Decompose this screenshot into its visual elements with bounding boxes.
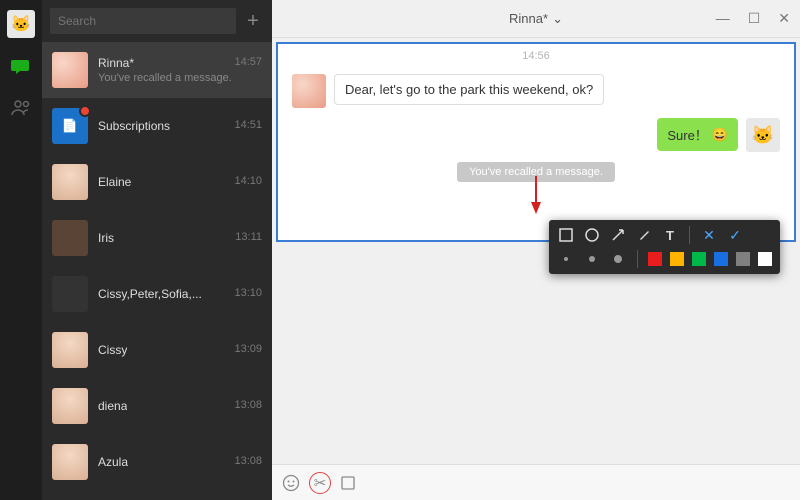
avatar bbox=[52, 164, 88, 200]
current-user-avatar[interactable]: 🐱 bbox=[7, 10, 35, 38]
maximize-button[interactable]: ☐ bbox=[744, 10, 765, 27]
chat-time: 13:08 bbox=[234, 399, 262, 413]
incoming-message: Dear, let's go to the park this weekend,… bbox=[278, 68, 794, 114]
chat-time: 13:10 bbox=[234, 287, 262, 301]
chat-name: Elaine bbox=[98, 175, 131, 189]
file-icon[interactable] bbox=[340, 475, 356, 491]
message-bubble: Dear, let's go to the park this weekend,… bbox=[334, 74, 604, 105]
cancel-button[interactable]: ✕ bbox=[700, 226, 718, 244]
screenshot-icon[interactable]: ✂ bbox=[309, 472, 331, 494]
chat-item-cissy[interactable]: Cissy 13:09 bbox=[42, 322, 272, 378]
chat-preview: You've recalled a message. bbox=[98, 72, 262, 84]
screenshot-toolbar: T ✕ ✓ bbox=[549, 220, 780, 274]
sender-avatar[interactable] bbox=[292, 74, 326, 108]
color-blue[interactable] bbox=[714, 252, 728, 266]
sidebar: + Rinna* 14:57 You've recalled a message.… bbox=[42, 0, 272, 500]
chat-name: Cissy,Peter,Sofia,... bbox=[98, 287, 202, 301]
chat-name: Azula bbox=[98, 455, 128, 469]
chat-item-group[interactable]: Cissy,Peter,Sofia,... 13:10 bbox=[42, 266, 272, 322]
chat-name: Rinna* bbox=[98, 56, 134, 70]
left-rail: 🐱 bbox=[0, 0, 42, 500]
search-input[interactable] bbox=[50, 8, 236, 34]
chat-time: 13:11 bbox=[235, 231, 262, 245]
color-gray[interactable] bbox=[736, 252, 750, 266]
contacts-tab-icon[interactable] bbox=[10, 96, 32, 118]
size-large-icon[interactable] bbox=[609, 250, 627, 268]
avatar bbox=[52, 220, 88, 256]
message-timestamp: 14:56 bbox=[278, 44, 794, 68]
chat-item-elaine[interactable]: Elaine 14:10 bbox=[42, 154, 272, 210]
chat-item-subscriptions[interactable]: 📄 Subscriptions 14:51 bbox=[42, 98, 272, 154]
separator bbox=[689, 226, 690, 244]
chat-name: Iris bbox=[98, 231, 114, 245]
chat-title: Rinna* bbox=[509, 11, 548, 26]
chat-time: 13:09 bbox=[234, 343, 262, 357]
avatar bbox=[52, 52, 88, 88]
chevron-down-icon[interactable]: ⌄ bbox=[552, 11, 563, 27]
separator bbox=[637, 250, 638, 268]
confirm-button[interactable]: ✓ bbox=[726, 226, 744, 244]
avatar bbox=[52, 388, 88, 424]
color-white[interactable] bbox=[758, 252, 772, 266]
chat-item-diena[interactable]: diena 13:08 bbox=[42, 378, 272, 434]
color-orange[interactable] bbox=[670, 252, 684, 266]
chat-name: Subscriptions bbox=[98, 119, 170, 133]
avatar bbox=[52, 276, 88, 312]
chat-name: diena bbox=[98, 399, 127, 413]
text-tool-icon[interactable]: T bbox=[661, 226, 679, 244]
brush-tool-icon[interactable] bbox=[635, 226, 653, 244]
circle-tool-icon[interactable] bbox=[583, 226, 601, 244]
my-avatar[interactable]: 🐱 bbox=[746, 118, 780, 152]
main-panel: Rinna* ⌄ — ☐ ✕ 14:56 Dear, let's go to t… bbox=[272, 0, 800, 500]
chat-name: Cissy bbox=[98, 343, 127, 357]
unread-badge bbox=[79, 105, 91, 117]
grin-emoji-icon: 😄 bbox=[712, 127, 728, 143]
avatar bbox=[52, 332, 88, 368]
search-row: + bbox=[42, 0, 272, 42]
annotation-arrow-icon bbox=[529, 174, 543, 214]
chat-time: 13:08 bbox=[234, 455, 262, 469]
rect-tool-icon[interactable] bbox=[557, 226, 575, 244]
new-chat-button[interactable]: + bbox=[242, 10, 264, 32]
chat-time: 14:10 bbox=[234, 175, 262, 189]
chat-time: 14:51 bbox=[234, 119, 262, 133]
emoji-icon[interactable] bbox=[282, 474, 300, 492]
chat-item-rinna[interactable]: Rinna* 14:57 You've recalled a message. bbox=[42, 42, 272, 98]
message-bubble: Sure！ 😄 bbox=[657, 118, 738, 151]
arrow-tool-icon[interactable] bbox=[609, 226, 627, 244]
chats-tab-icon[interactable] bbox=[10, 56, 32, 78]
chat-item-iris[interactable]: Iris 13:11 bbox=[42, 210, 272, 266]
size-medium-icon[interactable] bbox=[583, 250, 601, 268]
screenshot-selection: 14:56 Dear, let's go to the park this we… bbox=[276, 42, 796, 242]
chat-time: 14:57 bbox=[234, 56, 262, 70]
message-text: Sure！ bbox=[667, 125, 707, 144]
titlebar: Rinna* ⌄ — ☐ ✕ bbox=[272, 0, 800, 38]
color-red[interactable] bbox=[648, 252, 662, 266]
input-toolbar: ✂ bbox=[272, 464, 800, 500]
color-green[interactable] bbox=[692, 252, 706, 266]
chat-list: Rinna* 14:57 You've recalled a message. 📄… bbox=[42, 42, 272, 500]
avatar bbox=[52, 444, 88, 480]
avatar: 📄 bbox=[52, 108, 88, 144]
minimize-button[interactable]: — bbox=[712, 10, 734, 27]
close-button[interactable]: ✕ bbox=[774, 10, 794, 27]
chat-item-azula[interactable]: Azula 13:08 bbox=[42, 434, 272, 490]
size-small-icon[interactable] bbox=[557, 250, 575, 268]
outgoing-message: Sure！ 😄 🐱 bbox=[278, 114, 794, 156]
